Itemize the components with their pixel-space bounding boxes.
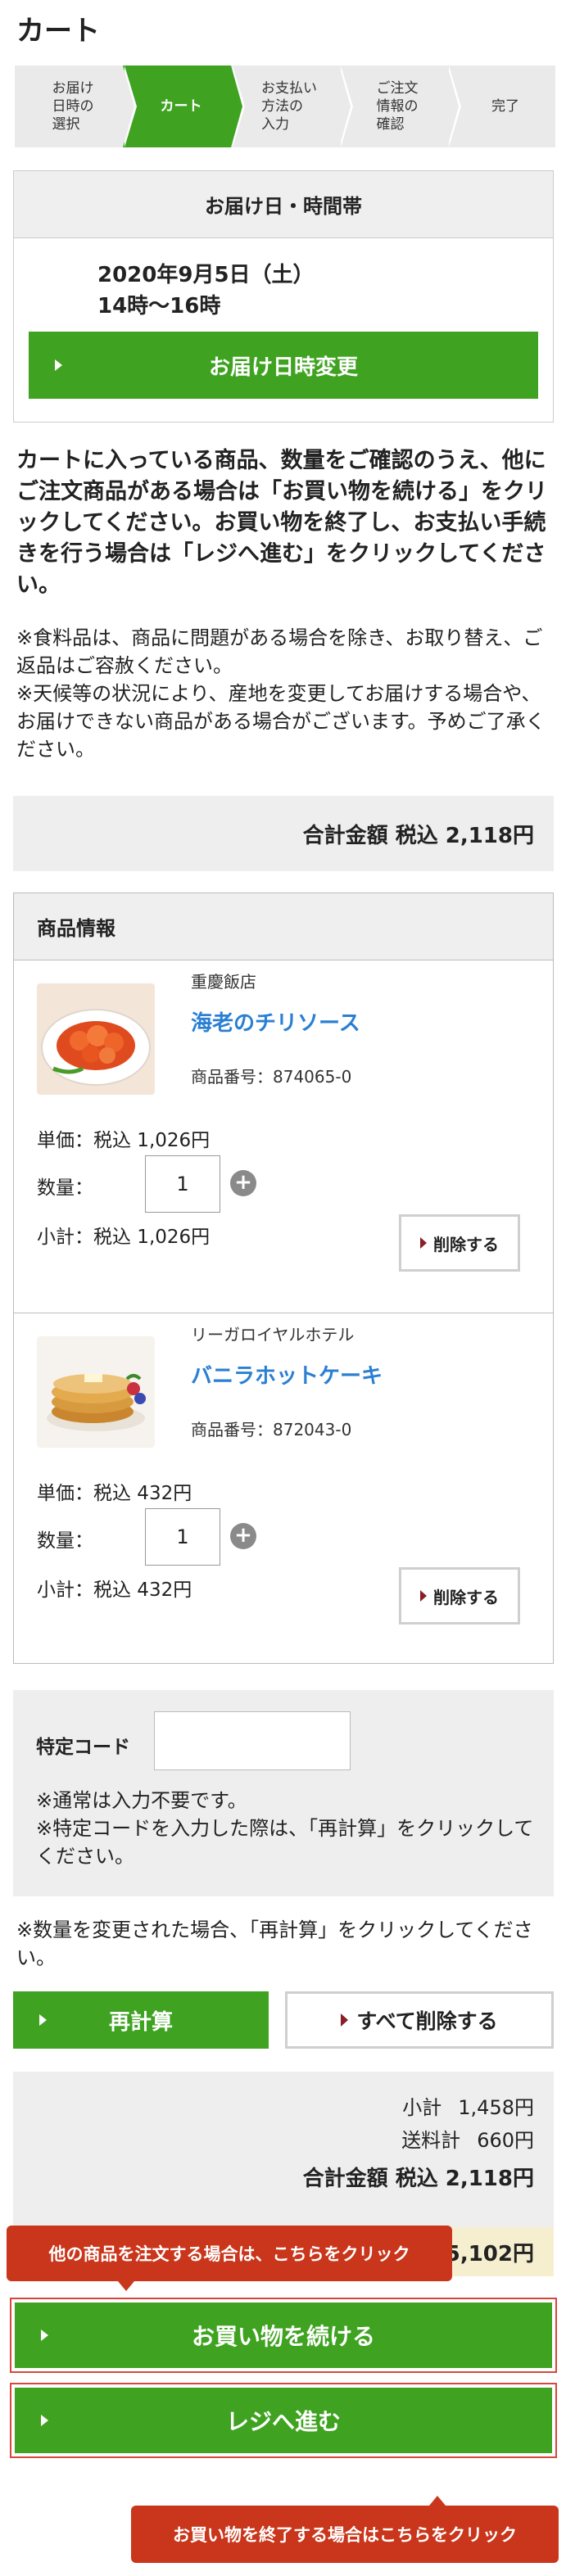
product-code: 商品番号：872043-0 (191, 1420, 352, 1439)
product-info-header: 商品情報 (14, 893, 553, 960)
special-code-notes: ※通常は入力不要です。 ※特定コードを入力した際は、「再計算」をクリックしてくだ… (36, 1787, 544, 1870)
step-label: お届け 日時の 選択 (52, 80, 94, 133)
recalculate-label: 再計算 (108, 2009, 173, 2035)
continue-shopping-label: お買い物を続ける (191, 2323, 375, 2350)
tooltip-tail (118, 2281, 134, 2291)
delivery-time: 14時～16時 (97, 294, 221, 319)
delete-label: 削除する (433, 1234, 499, 1254)
arrow-right-icon (420, 1237, 427, 1249)
cart-instructions: カートに入っている商品、数量をご確認のうえ、他にご注文商品がある場合は「お買い物… (16, 448, 547, 598)
continue-tooltip-text: 他の商品を注文する場合は、こちらをクリック (48, 2244, 410, 2264)
quantity-input[interactable]: 1 (145, 1508, 220, 1566)
delete-label: 削除する (433, 1587, 499, 1607)
step-cart: カート (123, 66, 245, 147)
weather-notice: ※天候等の状況により、産地を変更してお届けする場合や、お届けできない商品がある場… (16, 682, 546, 761)
delivery-date: 2020年9月5日（土） (97, 263, 315, 287)
product-image[interactable] (37, 1336, 155, 1448)
step-label: ご注文 情報の 確認 (376, 80, 419, 133)
checkout-tooltip: お買い物を終了する場合はこちらをクリック (131, 2496, 559, 2563)
arrow-right-icon (420, 1590, 427, 1602)
special-code-label: 特定コード (36, 1737, 130, 1758)
product-name-link[interactable]: 海老のチリソース (191, 1006, 360, 1037)
summary-strip-value: 5,102円 (445, 2241, 534, 2266)
special-code-input[interactable] (154, 1711, 351, 1770)
continue-shopping-frame: お買い物を続ける (10, 2298, 557, 2373)
delete-all-label: すべて削除する (356, 2009, 498, 2033)
change-delivery-button[interactable]: お届け日時変更 (29, 332, 538, 399)
product-code: 商品番号：874065-0 (191, 1067, 352, 1087)
step-complete: 完了 (447, 66, 555, 147)
arrow-right-icon (41, 2415, 48, 2426)
recalculate-button[interactable]: 再計算 (13, 1991, 269, 2049)
product-item: 重慶飯店 海老のチリソース 商品番号：874065-0 単価：税込 1,026円… (14, 960, 553, 1313)
step-label: カート (160, 98, 202, 115)
total-amount-bar: 合計金額 税込 2,118円 (13, 796, 554, 871)
step-label: お支払い 方法の 入力 (261, 80, 317, 133)
product-maker: リーガロイヤルホテル (191, 1325, 355, 1344)
quantity-label: 数量： (37, 1530, 93, 1552)
special-code-panel: 特定コード ※通常は入力不要です。 ※特定コードを入力した際は、「再計算」をクリ… (13, 1690, 554, 1896)
arrow-right-icon (41, 2330, 48, 2341)
arrow-right-icon (55, 359, 62, 371)
checkout-button[interactable]: レジへ進む (15, 2388, 552, 2453)
arrow-right-icon (39, 2014, 47, 2026)
checkout-steps: お届け 日時の 選択 カート お支払い 方法の 入力 ご注文 情報の 確認 完了 (15, 66, 555, 147)
page-title: カート (16, 15, 100, 47)
delete-item-button[interactable]: 削除する (399, 1567, 520, 1625)
change-delivery-label: お届け日時変更 (208, 355, 358, 380)
subtotal-value: 1,458円 (458, 2096, 534, 2119)
shipping-row: 送料計 660円 (401, 2124, 534, 2153)
delete-all-button[interactable]: すべて削除する (285, 1991, 554, 2049)
product-image[interactable] (37, 983, 155, 1095)
subtotal-row: 小計 1,458円 (402, 2091, 534, 2120)
plus-icon[interactable]: + (230, 1170, 256, 1196)
delivery-datetime: 2020年9月5日（土） 14時～16時 (97, 260, 315, 322)
unit-price: 単価：税込 432円 (37, 1483, 192, 1504)
product-subtotal: 小計：税込 1,026円 (37, 1227, 211, 1248)
product-name-link[interactable]: バニラホットケーキ (191, 1359, 383, 1390)
delivery-header: お届け日・時間帯 (14, 171, 553, 238)
continue-shopping-button[interactable]: お買い物を続ける (15, 2303, 552, 2368)
plus-icon[interactable]: + (230, 1523, 256, 1549)
unit-price: 単価：税込 1,026円 (37, 1130, 211, 1151)
checkout-label: レジへ進む (225, 2408, 341, 2435)
checkout-tooltip-text: お買い物を終了する場合はこちらをクリック (173, 2525, 517, 2545)
product-list: 商品情報 重慶飯店 海老のチリソース 商品番号：874065-0 単価：税込 1… (13, 893, 554, 1664)
arrow-right-icon (341, 2013, 349, 2027)
product-item: リーガロイヤルホテル バニラホットケーキ 商品番号：872043-0 単価：税込… (14, 1313, 553, 1665)
product-subtotal: 小計：税込 432円 (37, 1579, 192, 1601)
quantity-input[interactable]: 1 (145, 1155, 220, 1213)
shipping-value: 660円 (477, 2129, 534, 2152)
step-label: 完了 (491, 98, 519, 115)
quantity-label: 数量： (37, 1177, 93, 1199)
delete-item-button[interactable]: 削除する (399, 1214, 520, 1272)
continue-tooltip: 他の商品を注文する場合は、こちらをクリック (7, 2226, 452, 2291)
summary-total: 合計金額 税込 2,118円 (302, 2167, 534, 2191)
tooltip-tail (429, 2496, 446, 2506)
special-code-note: ※通常は入力不要です。 (36, 1789, 247, 1812)
recalc-note: ※数量を変更された場合、「再計算」をクリックしてください。 (16, 1918, 533, 1969)
step-payment: お支払い 方法の 入力 (231, 66, 353, 147)
step-confirm: ご注文 情報の 確認 (339, 66, 461, 147)
food-return-notice: ※食料品は、商品に問題がある場合を除き、お取り替え、ご返品はご容赦ください。 (16, 626, 543, 677)
step-delivery-date: お届け 日時の 選択 (15, 66, 137, 147)
total-amount: 合計金額 税込 2,118円 (302, 823, 534, 848)
shipping-label: 送料計 (401, 2129, 461, 2152)
product-maker: 重慶飯店 (191, 972, 256, 992)
special-code-note: ※特定コードを入力した際は、「再計算」をクリックしてください。 (36, 1817, 534, 1868)
food-notice-group: ※食料品は、商品に問題がある場合を除き、お取り替え、ご返品はご容赦ください。 ※… (16, 624, 549, 763)
checkout-frame: レジへ進む (10, 2383, 557, 2458)
delivery-panel: お届け日・時間帯 2020年9月5日（土） 14時～16時 お届け日時変更 (13, 170, 554, 423)
subtotal-label: 小計 (402, 2096, 442, 2119)
